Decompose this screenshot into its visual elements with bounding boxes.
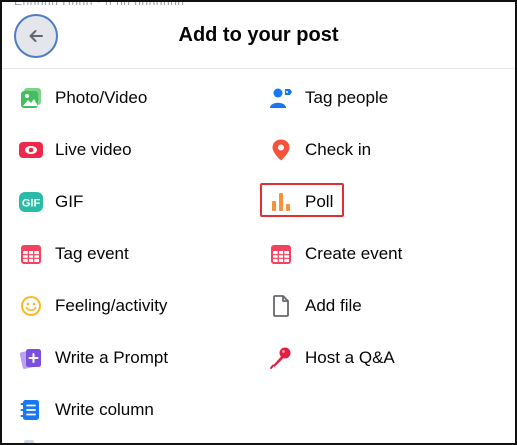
option-gif[interactable]: GIF GIF [18, 182, 248, 222]
option-label: Tag event [55, 244, 129, 263]
option-label: Tag people [305, 88, 389, 107]
dialog-title: Add to your post [178, 24, 339, 46]
option-label: Write a Prompt [55, 348, 169, 367]
calendar-icon [268, 241, 294, 267]
option-tag-people[interactable]: Tag people [268, 78, 498, 118]
smiley-icon [18, 293, 44, 319]
file-icon [268, 293, 294, 319]
prompt-icon [18, 345, 44, 371]
background-peek-element [24, 440, 34, 443]
option-label: Poll [305, 192, 334, 211]
poll-icon [268, 189, 294, 215]
live-video-icon [18, 137, 44, 163]
option-label: Create event [305, 244, 403, 263]
option-label: Feeling/activity [55, 296, 168, 315]
option-add-file[interactable]: Add file [268, 286, 498, 326]
option-feeling-activity[interactable]: Feeling/activity [18, 286, 248, 326]
option-host-qa[interactable]: Host a Q&A [268, 338, 498, 378]
option-label: Photo/Video [55, 88, 148, 107]
option-label: Live video [55, 140, 132, 159]
option-label: Host a Q&A [305, 348, 395, 367]
option-write-a-prompt[interactable]: Write a Prompt [18, 338, 248, 378]
dialog-header: Add to your post [2, 2, 515, 69]
option-tag-event[interactable]: Tag event [18, 234, 248, 274]
option-label: Check in [305, 140, 372, 159]
calendar-icon [18, 241, 44, 267]
option-label: GIF [55, 192, 84, 211]
option-poll[interactable]: Poll [268, 182, 498, 222]
tag-people-icon [268, 85, 294, 111]
photo-icon [18, 85, 44, 111]
option-label: Add file [305, 296, 362, 315]
option-check-in[interactable]: Check in [268, 130, 498, 170]
svg-text:GIF: GIF [22, 198, 41, 210]
option-create-event[interactable]: Create event [268, 234, 498, 274]
gif-icon: GIF [18, 189, 44, 215]
microphone-icon [268, 345, 294, 371]
location-pin-icon [268, 137, 294, 163]
add-to-post-dialog: Ehhhhh Hhhh · h hh hhhhhhh Add to your p… [0, 0, 517, 445]
option-live-video[interactable]: Live video [18, 130, 248, 170]
option-label: Write column [55, 400, 154, 419]
option-photo-video[interactable]: Photo/Video [18, 78, 248, 118]
document-icon [18, 397, 44, 423]
option-write-column[interactable]: Write column [18, 390, 248, 430]
